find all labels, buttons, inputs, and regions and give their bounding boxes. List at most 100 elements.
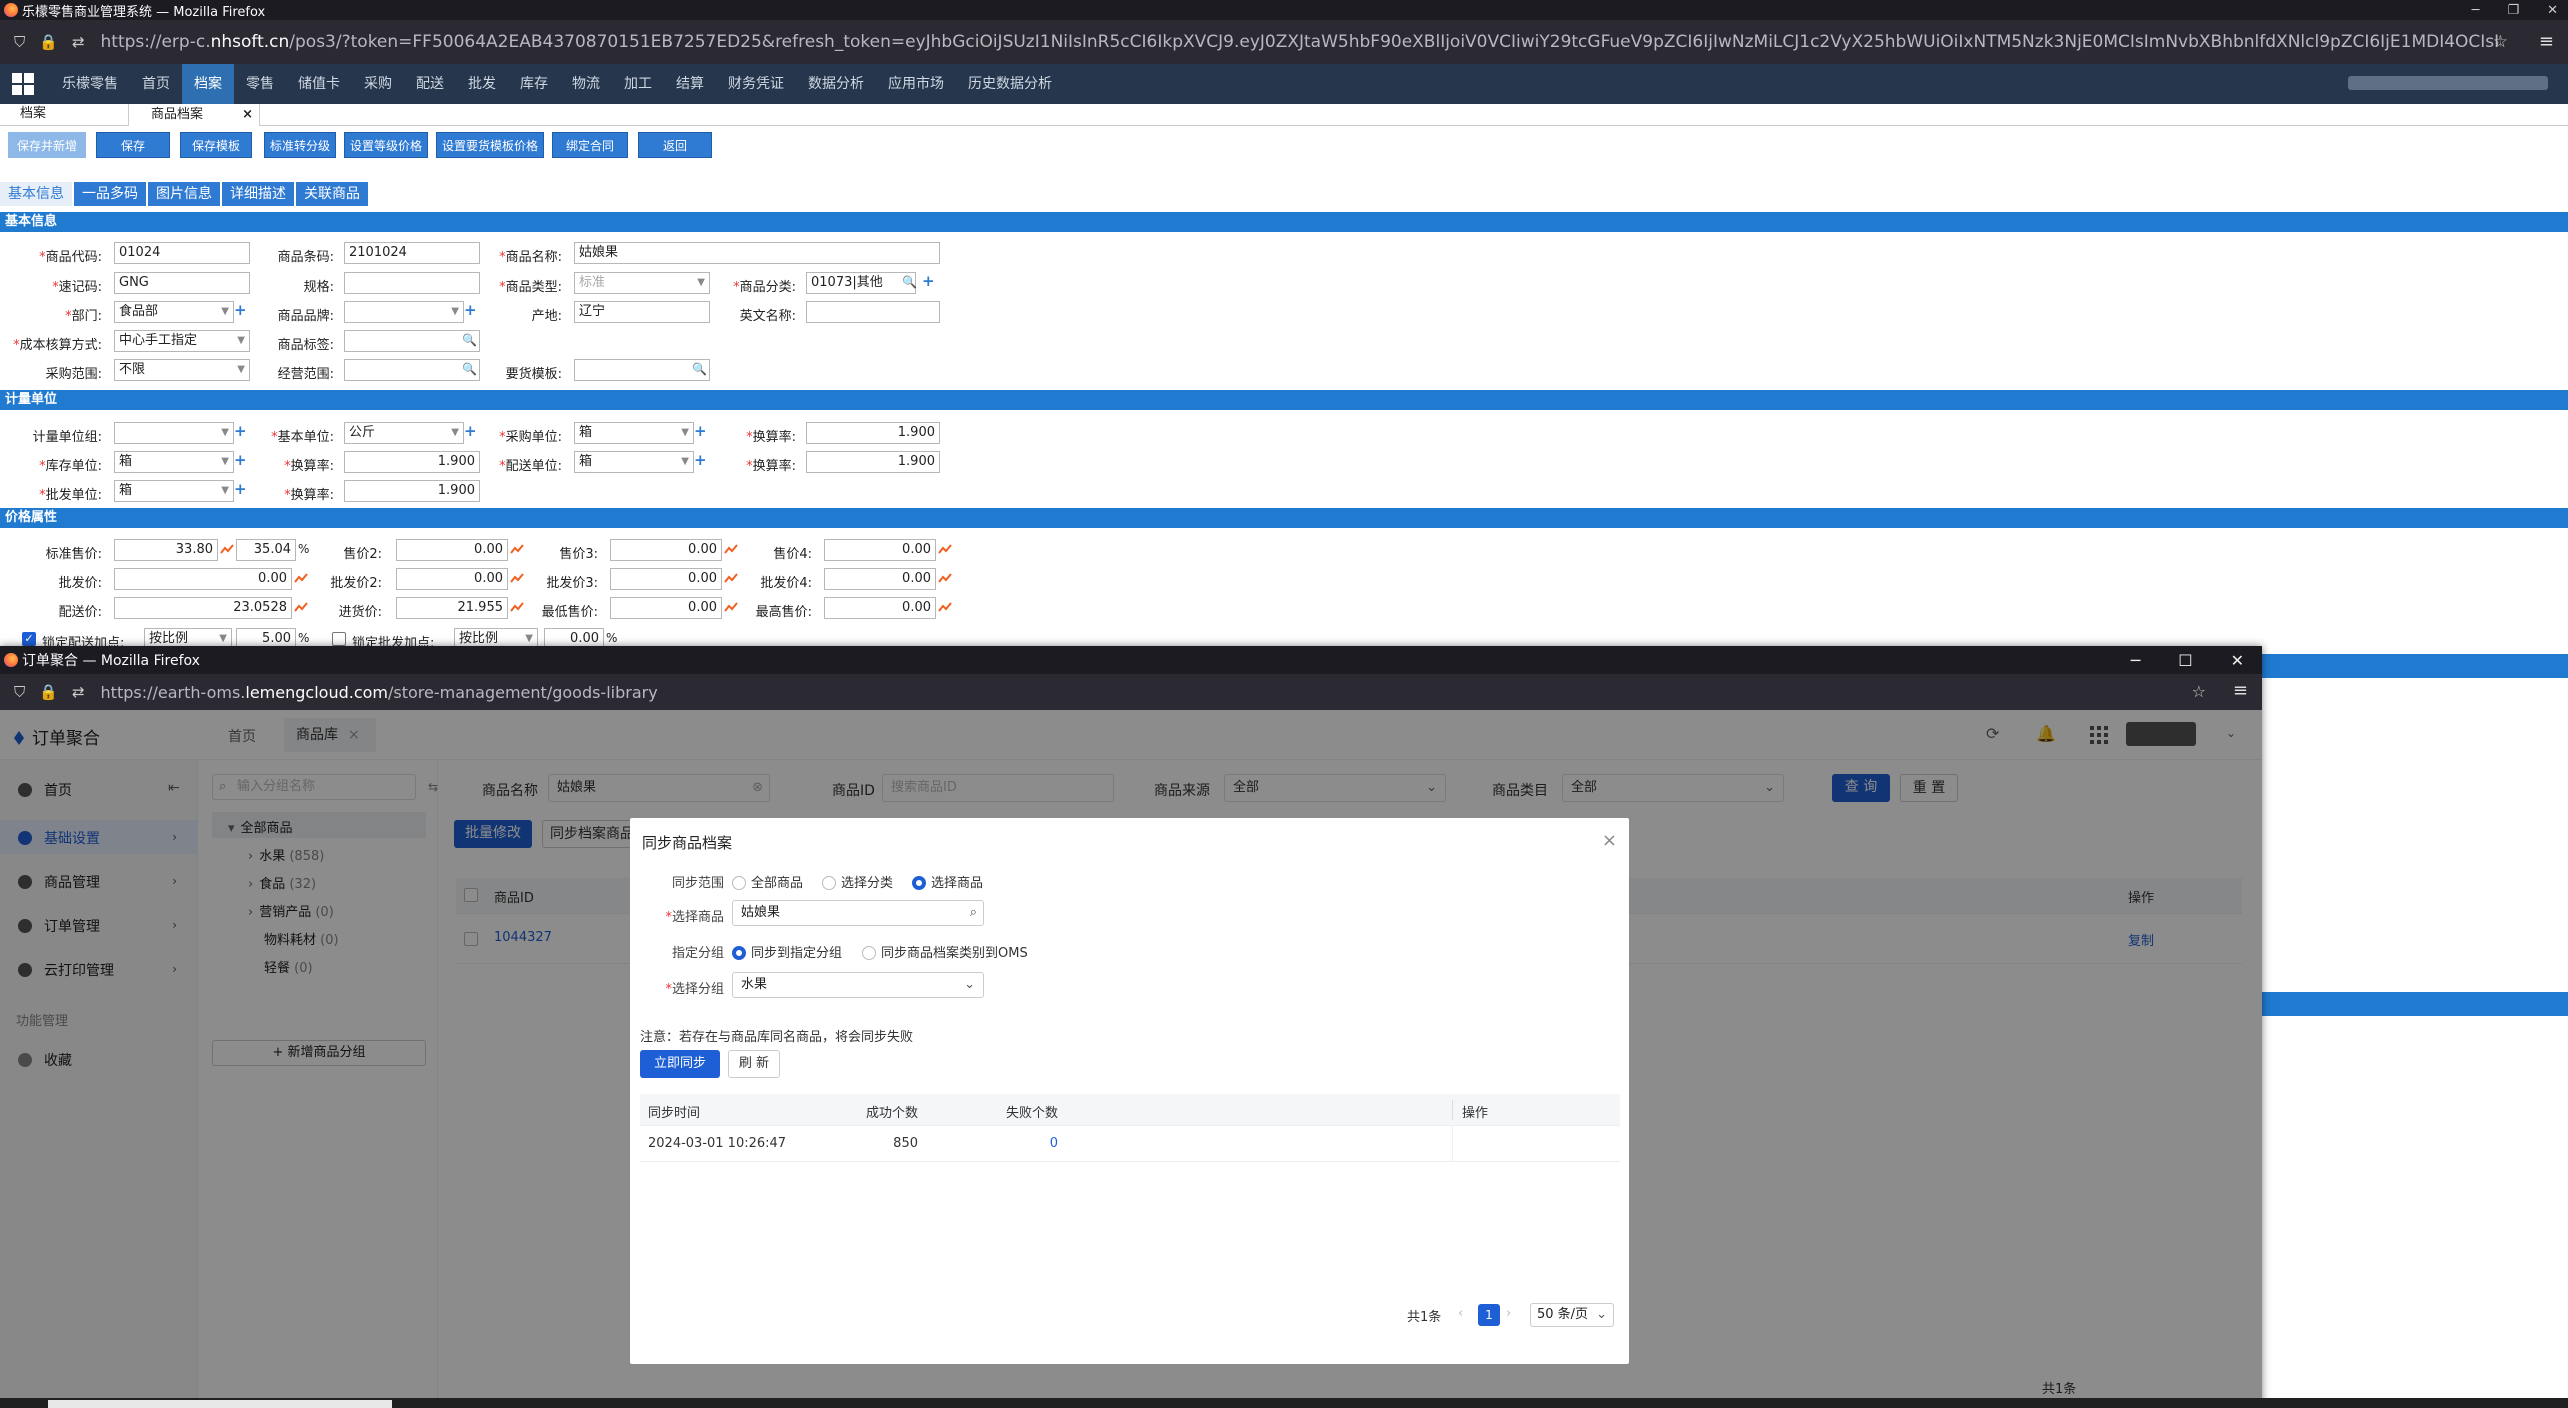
add-icon[interactable]: + [694, 451, 707, 469]
name-input[interactable]: 姑娘果 [574, 242, 940, 264]
add-icon[interactable]: + [234, 301, 247, 319]
barcode-input[interactable]: 2101024 [344, 242, 480, 264]
nav-analysis[interactable]: 数据分析 [796, 64, 876, 104]
nav-finance[interactable]: 财务凭证 [716, 64, 796, 104]
nav-home[interactable]: 首页 [130, 64, 182, 104]
rate4-input[interactable]: 1.900 [344, 480, 480, 502]
code-input[interactable]: 01024 [114, 242, 250, 264]
nav-brand[interactable]: 乐檬零售 [50, 64, 130, 104]
wholesale-unit-select[interactable]: 箱 ▼ [114, 480, 234, 502]
close-icon[interactable]: ✕ [2547, 3, 2558, 18]
save-button[interactable]: 保存 [96, 132, 170, 158]
subtab-images[interactable]: 图片信息 [148, 182, 220, 206]
std-price-input[interactable]: 33.80 [114, 539, 218, 561]
erp-urlbar[interactable]: ⛉ 🔒 ⇄ https://erp-c.nhsoft.cn/pos3/?toke… [0, 20, 2568, 64]
hamburger-menu-icon[interactable]: ≡ [2539, 31, 2554, 52]
select-group-dropdown[interactable]: 水果 ⌄ [732, 972, 984, 998]
nav-stored-card[interactable]: 储值卡 [286, 64, 352, 104]
radio-all-goods[interactable]: 全部商品 [732, 872, 803, 891]
max-price-input[interactable]: 0.00 [824, 597, 936, 619]
category-input[interactable]: 01073|其他 [806, 272, 916, 294]
cost-method-select[interactable]: 中心手工指定 ▼ [114, 330, 250, 352]
rate2-input[interactable]: 1.900 [344, 451, 480, 473]
add-icon[interactable]: + [234, 451, 247, 469]
wholesale-price2-input[interactable]: 0.00 [396, 568, 508, 590]
goods-search-input[interactable]: 姑娘果 ⌕ [732, 900, 984, 926]
lock-dist-checkbox[interactable]: ✓ [22, 632, 36, 646]
price-trend-icon[interactable] [510, 572, 524, 584]
fail-count-cell[interactable]: 0 [980, 1136, 1058, 1151]
std-margin-input[interactable]: 35.04 [236, 539, 296, 561]
dist-price-input[interactable]: 23.0528 [114, 597, 292, 619]
tag-input[interactable] [344, 330, 480, 352]
search-icon[interactable]: 🔍 [462, 362, 477, 376]
price-trend-icon[interactable] [510, 543, 524, 555]
erp-url[interactable]: https://erp-c.nhsoft.cn/pos3/?token=FF50… [101, 32, 2501, 52]
std-to-grade-button[interactable]: 标准转分级 [264, 132, 336, 158]
purchase-unit-select[interactable]: 箱 ▼ [574, 422, 694, 444]
subtab-detail[interactable]: 详细描述 [222, 182, 294, 206]
dept-select[interactable]: 食品部 ▼ [114, 301, 234, 323]
wholesale-price-input[interactable]: 0.00 [114, 568, 292, 590]
radio-select-goods[interactable]: 选择商品 [912, 872, 983, 891]
save-template-button[interactable]: 保存模板 [180, 132, 252, 158]
page-size-select[interactable]: 50 条/页 ⌄ [1530, 1303, 1614, 1327]
rate3-input[interactable]: 1.900 [806, 451, 940, 473]
refresh-button[interactable]: 刷 新 [728, 1050, 780, 1078]
price-trend-icon[interactable] [724, 601, 738, 613]
min-price-input[interactable]: 0.00 [610, 597, 722, 619]
close-icon[interactable]: ✕ [2231, 651, 2244, 670]
hamburger-menu-icon[interactable]: ≡ [2233, 680, 2248, 701]
permissions-icon[interactable]: ⇄ [72, 683, 85, 701]
nav-history[interactable]: 历史数据分析 [956, 64, 1064, 104]
bookmark-star-icon[interactable]: ☆ [2493, 32, 2508, 52]
quick-code-input[interactable]: GNG [114, 272, 250, 294]
page-1-button[interactable]: 1 [1478, 1304, 1500, 1326]
stock-unit-select[interactable]: 箱 ▼ [114, 451, 234, 473]
price2-input[interactable]: 0.00 [396, 539, 508, 561]
nav-processing[interactable]: 加工 [612, 64, 664, 104]
search-icon[interactable]: 🔍 [692, 362, 707, 376]
add-icon[interactable]: + [234, 422, 247, 440]
search-icon[interactable]: 🔍 [902, 275, 917, 289]
radio-sync-category-to-oms[interactable]: 同步商品档案类别到OMS [862, 942, 1028, 961]
spec-input[interactable] [344, 272, 480, 294]
shield-icon[interactable]: ⛉ [14, 33, 25, 51]
add-icon[interactable]: + [694, 422, 707, 440]
price-trend-icon[interactable] [294, 601, 308, 613]
add-icon[interactable]: + [234, 480, 247, 498]
radio-select-category[interactable]: 选择分类 [822, 872, 893, 891]
minimize-icon[interactable]: ─ [2131, 651, 2141, 670]
price-trend-icon[interactable] [724, 572, 738, 584]
prev-page-icon[interactable]: ‹ [1458, 1306, 1463, 1321]
nav-retail[interactable]: 零售 [234, 64, 286, 104]
dist-unit-select[interactable]: 箱 ▼ [574, 451, 694, 473]
next-page-icon[interactable]: › [1506, 1306, 1511, 1321]
price-trend-icon[interactable] [938, 543, 952, 555]
radio-sync-to-group[interactable]: 同步到指定分组 [732, 942, 842, 961]
purchase-price-input[interactable]: 21.955 [396, 597, 508, 619]
permissions-icon[interactable]: ⇄ [72, 33, 85, 51]
oms-urlbar[interactable]: ⛉ 🔒 ⇄ https://earth-oms.lemengcloud.com/… [0, 674, 2262, 710]
search-icon[interactable]: 🔍 [462, 333, 477, 347]
nav-settlement[interactable]: 结算 [664, 64, 716, 104]
nav-archive[interactable]: 档案 [182, 64, 234, 104]
rate1-input[interactable]: 1.900 [806, 422, 940, 444]
subtab-related[interactable]: 关联商品 [296, 182, 368, 206]
tab-archive[interactable]: 档案 [0, 103, 66, 125]
back-button[interactable]: 返回 [638, 132, 712, 158]
nav-inventory[interactable]: 库存 [508, 64, 560, 104]
bind-contract-button[interactable]: 绑定合同 [552, 132, 628, 158]
shield-icon[interactable]: ⛉ [14, 683, 25, 701]
user-info-blurred[interactable] [2348, 76, 2548, 90]
save-and-new-button[interactable]: 保存并新增 [8, 132, 86, 158]
sync-now-button[interactable]: 立即同步 [640, 1050, 720, 1078]
tab-goods-archive[interactable]: 商品档案 × [128, 104, 260, 126]
wholesale-price4-input[interactable]: 0.00 [824, 568, 936, 590]
subtab-basic[interactable]: 基本信息 [0, 182, 72, 206]
maximize-icon[interactable]: ☐ [2178, 651, 2192, 670]
minimize-icon[interactable]: ─ [2472, 3, 2480, 18]
set-order-template-price-button[interactable]: 设置要货模板价格 [436, 132, 544, 158]
price4-input[interactable]: 0.00 [824, 539, 936, 561]
price-trend-icon[interactable] [724, 543, 738, 555]
